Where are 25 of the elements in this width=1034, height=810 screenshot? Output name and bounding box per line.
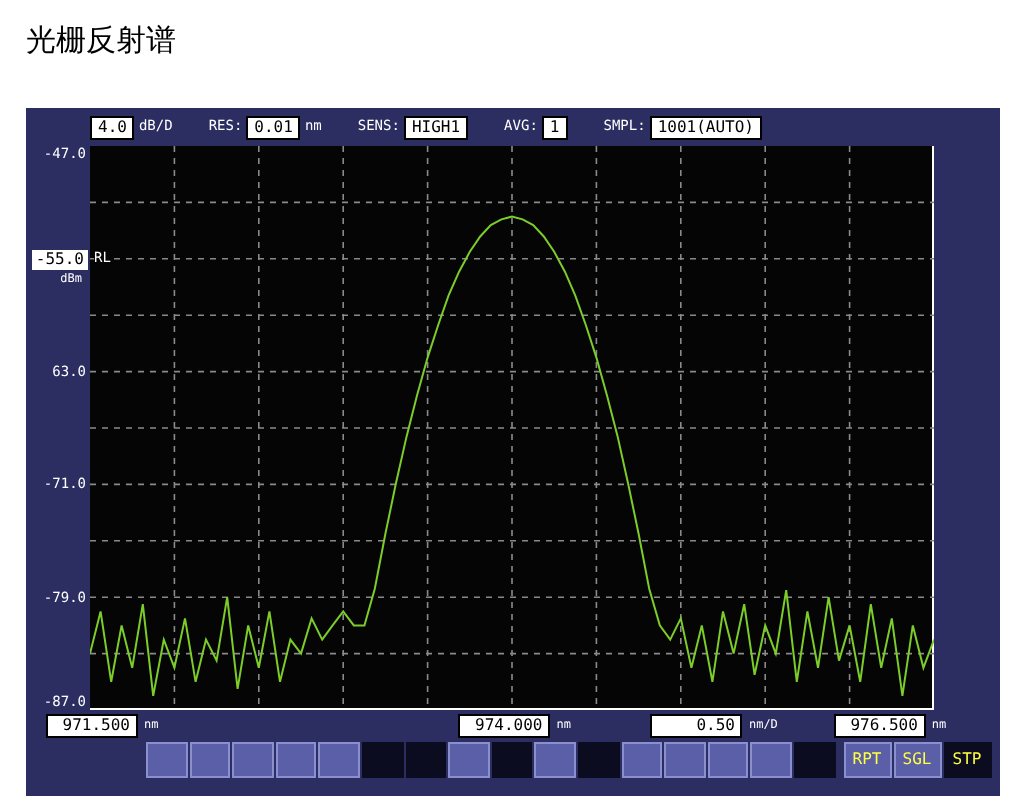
ref-level-field[interactable]: -55.0 (31, 250, 88, 270)
setting-field[interactable]: 1 (541, 115, 568, 139)
readout-field[interactable]: 976.500 (833, 713, 926, 737)
setting-field[interactable]: HIGH1 (403, 115, 469, 139)
soft-key[interactable] (189, 742, 231, 778)
sweep-button[interactable]: RPT (843, 742, 891, 778)
readout-field[interactable]: 974.000 (458, 713, 551, 737)
soft-key[interactable] (534, 742, 576, 778)
readout-field[interactable]: 0.50 (650, 713, 743, 737)
setting-field[interactable]: 1001(AUTO) (649, 115, 762, 139)
sweep-button[interactable]: SGL (893, 742, 941, 778)
soft-key[interactable] (621, 742, 663, 778)
readout-field[interactable]: 971.500 (46, 713, 138, 737)
soft-key[interactable] (232, 742, 274, 778)
setting-field[interactable]: 4.0 (90, 115, 135, 139)
soft-key[interactable] (664, 742, 706, 778)
soft-key[interactable] (318, 742, 360, 778)
sweep-button[interactable]: STP (943, 742, 991, 778)
soft-key[interactable] (146, 742, 188, 778)
soft-key[interactable] (707, 742, 749, 778)
soft-key[interactable] (448, 742, 490, 778)
page-title: 光栅反射谱 (26, 20, 178, 60)
soft-key[interactable] (275, 742, 317, 778)
soft-key[interactable] (750, 742, 792, 778)
setting-field[interactable]: 0.01 (246, 115, 301, 139)
